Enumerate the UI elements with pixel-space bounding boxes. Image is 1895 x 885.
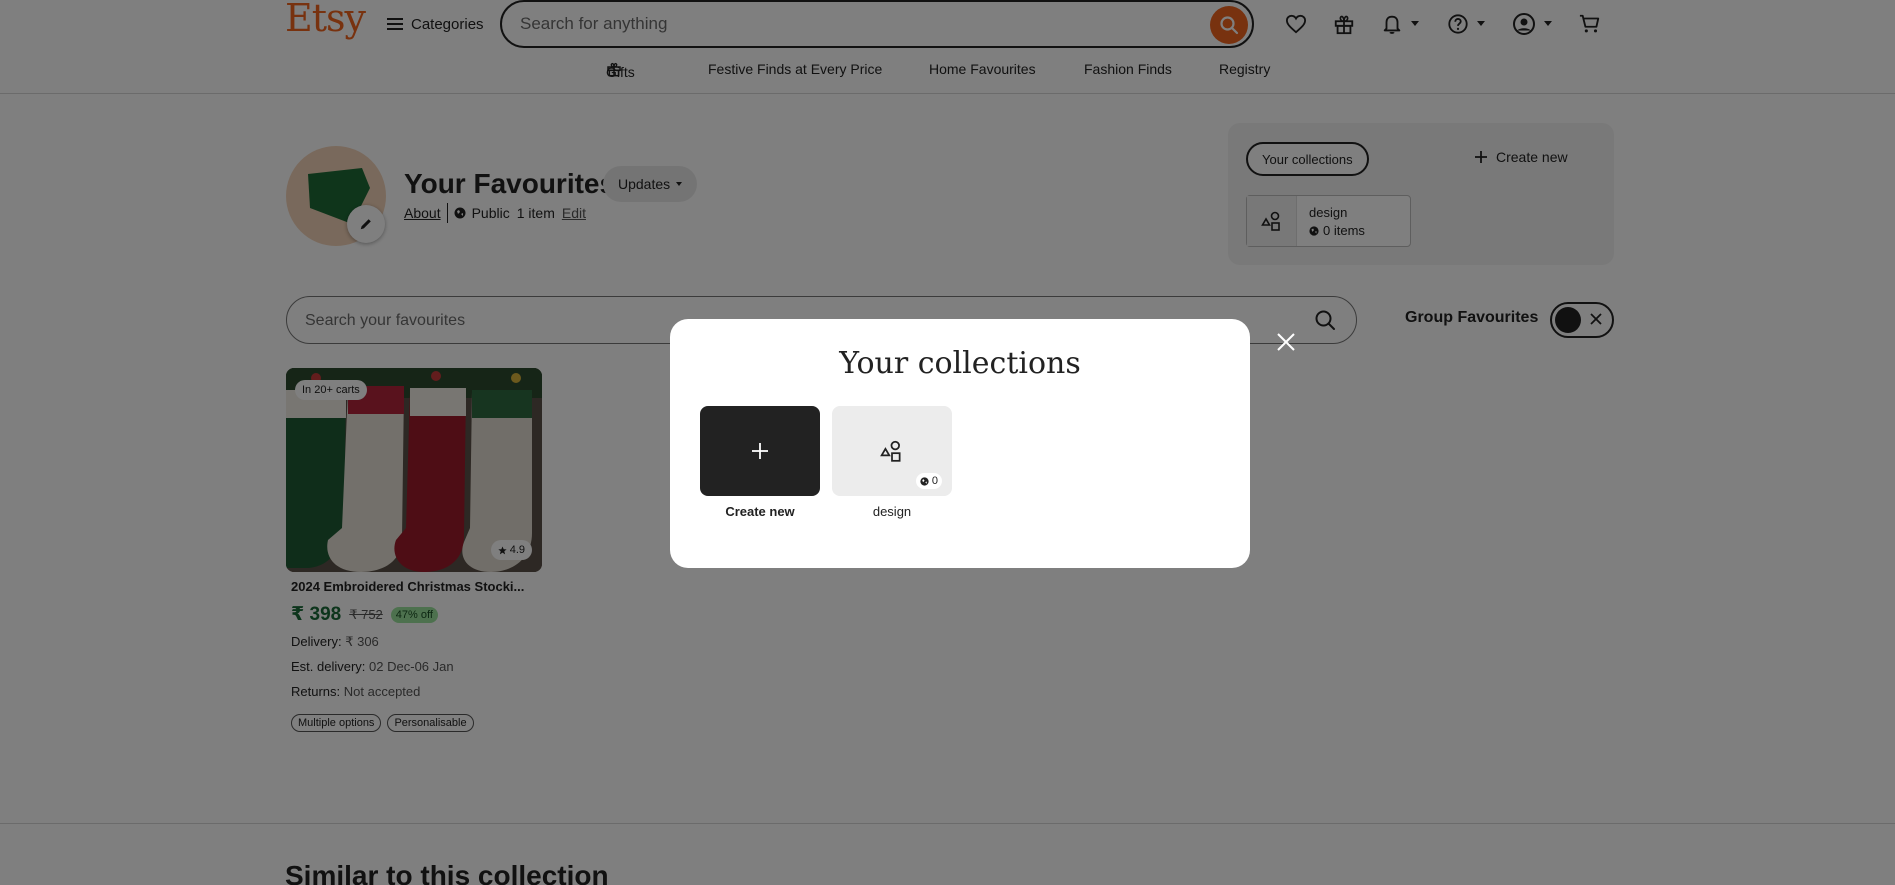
design-count: 0 <box>931 475 938 487</box>
design-tile-label[interactable]: design <box>832 504 952 519</box>
create-new-tile-label[interactable]: Create new <box>700 504 820 519</box>
modal-close-button[interactable] <box>1274 330 1298 354</box>
shapes-icon <box>880 440 901 462</box>
collections-modal: Your collections Create new 0 design <box>670 319 1250 568</box>
close-icon <box>1277 333 1295 351</box>
create-new-collection-tile[interactable] <box>700 406 820 496</box>
plus-icon <box>752 443 768 459</box>
modal-title: Your collections <box>839 346 1081 381</box>
globe-icon <box>920 476 929 486</box>
design-collection-tile[interactable]: 0 <box>832 406 952 496</box>
design-count-badge: 0 <box>915 473 942 489</box>
